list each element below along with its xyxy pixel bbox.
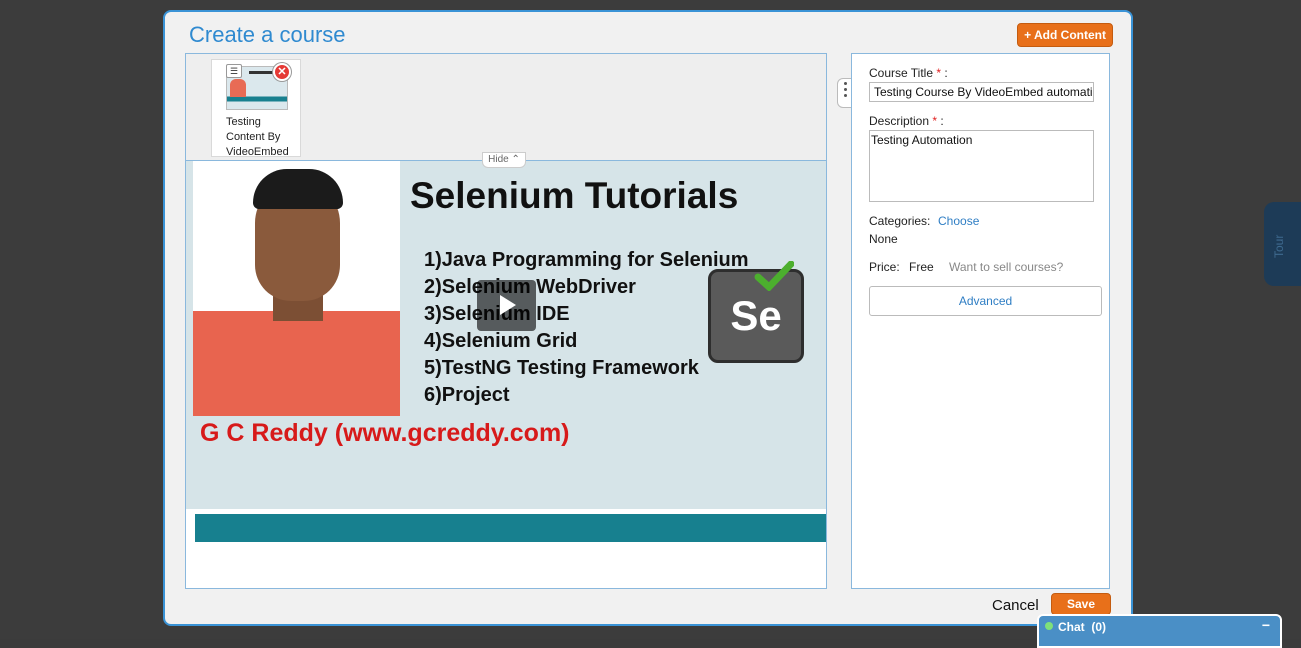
- video-topic-item: 5)TestNG Testing Framework: [424, 357, 699, 379]
- tour-tab[interactable]: Tour: [1264, 202, 1301, 286]
- categories-choose-link[interactable]: Choose: [938, 214, 979, 228]
- cancel-button[interactable]: Cancel: [992, 597, 1039, 614]
- chat-label: Chat (0): [1058, 620, 1107, 634]
- course-form: Course Title * : Testing Course By Video…: [851, 53, 1110, 589]
- create-course-modal: Create a course + Add Content ☰ ✕ Testin…: [163, 10, 1133, 626]
- thumbnail-remove-icon[interactable]: ✕: [273, 63, 291, 81]
- modal-title: Create a course: [189, 22, 346, 47]
- categories-value: None: [869, 232, 898, 246]
- minimize-icon[interactable]: −: [1262, 617, 1270, 633]
- content-pane: ☰ ✕ Testing Content By VideoEmbed Hide ⌃…: [185, 53, 827, 589]
- video-topic-item: 4)Selenium Grid: [424, 330, 578, 352]
- description-textarea[interactable]: Testing Automation: [869, 130, 1094, 202]
- thumbnail-caption: Testing Content By VideoEmbed: [226, 116, 288, 157]
- video-credit: G C Reddy (www.gcreddy.com): [200, 419, 570, 447]
- course-title-input[interactable]: Testing Course By VideoEmbed automation: [869, 82, 1094, 102]
- advanced-button[interactable]: Advanced: [869, 286, 1102, 316]
- sell-courses-link[interactable]: Want to sell courses?: [949, 260, 1063, 274]
- video-heading: Selenium Tutorials: [410, 175, 739, 216]
- chat-widget[interactable]: Chat (0) −: [1037, 614, 1282, 648]
- video-topic-list: 1)Java Programming for Selenium 2)Seleni…: [424, 247, 749, 409]
- play-icon[interactable]: [477, 280, 536, 331]
- presenter-photo: [193, 161, 400, 416]
- content-thumbnail[interactable]: ☰ ✕ Testing Content By VideoEmbed: [211, 59, 301, 157]
- price-value: Free: [909, 260, 934, 274]
- categories-label: Categories:: [869, 214, 931, 228]
- save-button[interactable]: Save: [1051, 593, 1111, 615]
- description-label: Description * :: [869, 114, 944, 128]
- hide-thumbnails-toggle[interactable]: Hide ⌃: [482, 152, 526, 168]
- online-status-icon: [1045, 622, 1053, 630]
- tour-label: Tour: [1272, 234, 1286, 258]
- course-title-label: Course Title * :: [869, 66, 948, 80]
- price-label: Price:: [869, 260, 900, 274]
- video-player[interactable]: Selenium Tutorials 1)Java Programming fo…: [186, 161, 826, 542]
- video-topic-item: 1)Java Programming for Selenium: [424, 249, 749, 271]
- checkmark-icon: [754, 261, 794, 291]
- thumbnail-menu-icon[interactable]: ☰: [226, 64, 242, 78]
- video-footer-bar: [195, 514, 826, 542]
- video-topic-item: 6)Project: [424, 384, 510, 406]
- video-topic-item: 3)Selenium IDE: [424, 303, 570, 325]
- video-topic-item: 2)Selenium WebDriver: [424, 276, 636, 298]
- add-content-button[interactable]: + Add Content: [1017, 23, 1113, 47]
- content-thumbnail-strip: ☰ ✕ Testing Content By VideoEmbed: [186, 54, 826, 161]
